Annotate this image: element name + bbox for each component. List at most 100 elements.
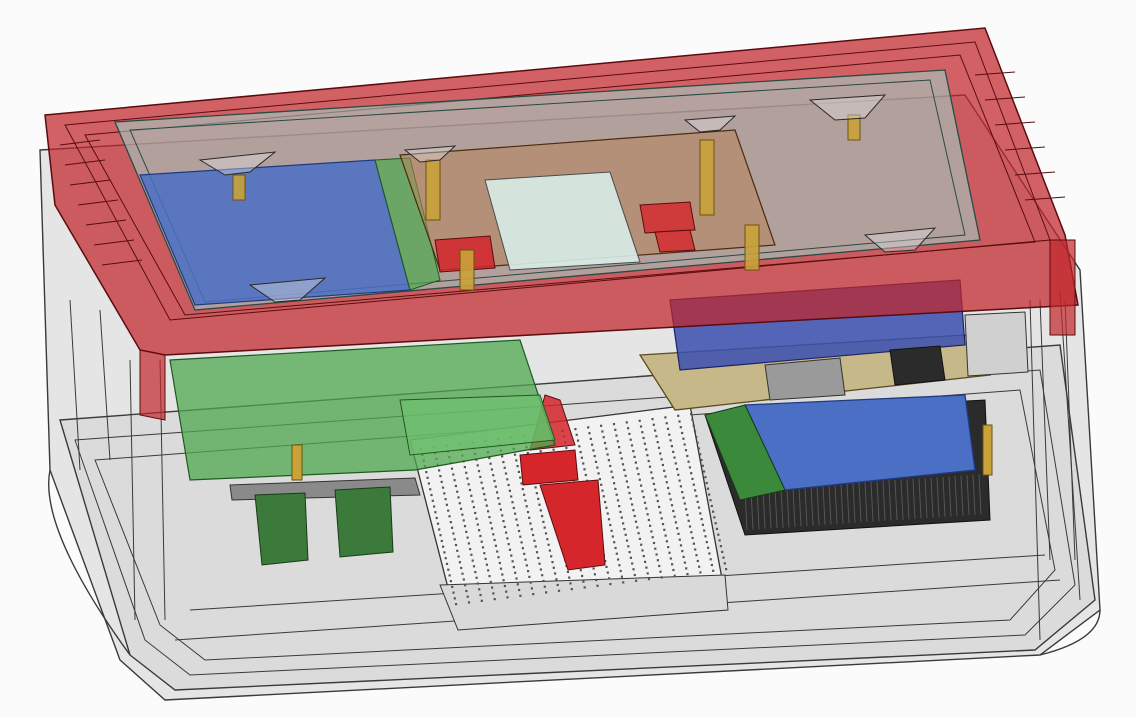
breadboard-hole: [579, 569, 582, 572]
breadboard-hole: [660, 458, 663, 461]
breadboard-hole: [529, 581, 532, 584]
breadboard-hole: [712, 510, 715, 513]
breadboard-hole: [490, 527, 494, 530]
breadboard-hole: [597, 472, 600, 475]
breadboard-hole: [471, 500, 474, 503]
breadboard-hole: [502, 579, 505, 582]
breadboard-hole: [481, 546, 485, 549]
breadboard-hole: [644, 560, 647, 563]
breadboard-hole: [686, 513, 689, 517]
breadboard-hole: [523, 493, 526, 496]
breadboard-hole: [426, 476, 429, 479]
breadboard-hole: [488, 516, 491, 519]
breadboard-hole: [617, 558, 620, 561]
breadboard-hole: [638, 478, 641, 481]
breadboard-hole: [479, 475, 482, 478]
breadboard-hole: [718, 539, 721, 542]
breadboard-hole: [475, 517, 478, 520]
breadboard-hole: [623, 468, 626, 472]
breadboard-hole: [607, 459, 610, 462]
breadboard-hole: [461, 572, 464, 575]
breadboard-hole: [698, 565, 701, 568]
breadboard-hole: [464, 584, 467, 587]
breadboard-hole: [507, 543, 510, 546]
breadboard-hole: [664, 534, 667, 537]
breadboard-hole: [685, 567, 688, 570]
breadboard-hole: [634, 520, 638, 523]
breadboard-hole: [667, 546, 670, 549]
breadboard-hole: [634, 461, 637, 464]
breadboard-hole: [628, 491, 631, 495]
breadboard-hole: [707, 546, 710, 549]
breadboard-hole: [539, 450, 542, 453]
breadboard-hole: [699, 571, 702, 574]
breadboard-hole: [438, 528, 441, 531]
breadboard-hole: [556, 583, 559, 587]
breadboard-hole: [704, 476, 707, 479]
breadboard-hole: [554, 572, 557, 575]
breadboard-hole: [610, 529, 613, 532]
breadboard-hole: [508, 489, 511, 492]
breadboard-hole: [476, 582, 479, 585]
breadboard-hole: [499, 508, 502, 511]
breadboard-hole: [618, 446, 621, 449]
breadboard-hole: [534, 486, 537, 489]
breadboard-hole: [618, 505, 621, 508]
breadboard-hole: [639, 425, 643, 428]
breadboard-hole: [603, 441, 607, 445]
breadboard-hole: [493, 479, 496, 483]
breadboard-hole: [489, 521, 492, 524]
breadboard-hole: [721, 550, 724, 553]
breadboard-hole: [628, 551, 631, 554]
breadboard-hole: [669, 439, 672, 442]
breadboard-hole: [646, 572, 649, 575]
breadboard-hole: [565, 446, 568, 450]
breadboard-hole: [483, 552, 486, 555]
breadboard-hole: [523, 552, 526, 555]
breadboard-hole: [492, 533, 495, 536]
breadboard-hole: [664, 416, 667, 419]
breadboard-hole: [672, 568, 675, 572]
breadboard-hole: [483, 493, 486, 496]
breadboard-hole: [690, 413, 693, 416]
breadboard-hole: [431, 499, 434, 502]
breadboard-hole: [503, 584, 506, 588]
breadboard-hole: [622, 581, 625, 584]
breadboard-hole: [445, 503, 448, 506]
breadboard-hole: [668, 492, 671, 495]
breadboard-hole: [725, 568, 728, 571]
breadboard-hole: [619, 451, 622, 454]
breadboard-hole: [484, 498, 487, 501]
breadboard-hole: [469, 548, 472, 551]
breadboard-hole: [444, 498, 447, 501]
breadboard-hole: [466, 595, 469, 598]
breadboard-hole: [621, 463, 625, 466]
breadboard-hole: [657, 446, 661, 449]
breadboard-hole: [602, 495, 605, 498]
breadboard-hole: [466, 536, 469, 539]
breadboard-hole: [620, 457, 623, 460]
breadboard-hole: [496, 491, 499, 494]
breadboard-hole: [478, 529, 481, 532]
breadboard-hole: [645, 507, 648, 510]
breadboard-hole: [683, 443, 686, 446]
breadboard-hole: [494, 544, 497, 547]
breadboard-hole: [587, 426, 590, 429]
breadboard-hole: [460, 566, 463, 570]
cad-viewport[interactable]: [0, 0, 1136, 717]
breadboard-hole: [690, 531, 693, 534]
breadboard-hole: [503, 466, 506, 469]
breadboard-hole: [534, 545, 537, 548]
breadboard-hole: [671, 563, 674, 566]
breadboard-hole: [699, 453, 702, 456]
breadboard-hole: [637, 473, 640, 476]
breadboard-hole: [592, 567, 595, 570]
breadboard-hole: [648, 465, 652, 468]
breadboard-hole: [645, 566, 648, 569]
breadboard-hole: [592, 449, 595, 452]
breadboard-hole: [477, 470, 481, 473]
breadboard-hole: [569, 582, 572, 585]
breadboard-hole: [514, 512, 517, 515]
breadboard-hole: [656, 441, 659, 444]
breadboard-hole: [497, 556, 500, 559]
